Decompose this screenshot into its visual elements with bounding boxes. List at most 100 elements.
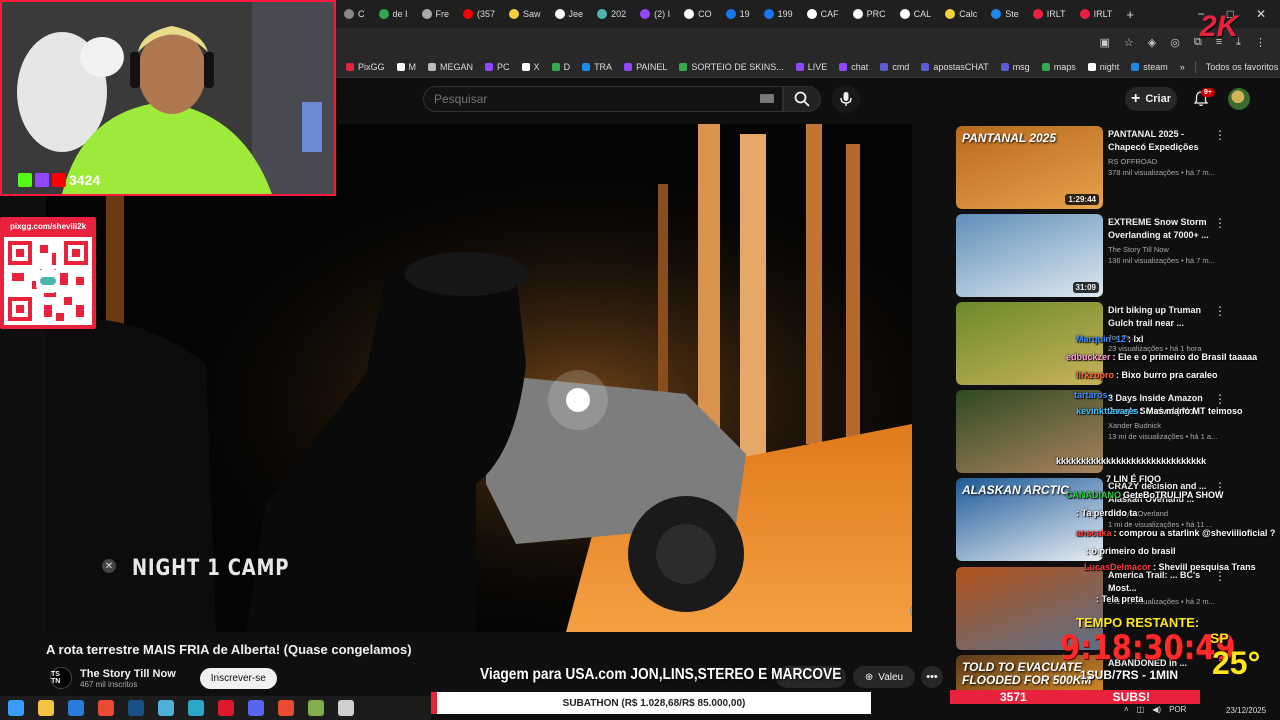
browser-tab[interactable]: Fre (416, 2, 456, 26)
chrome-icon[interactable] (98, 700, 114, 716)
app-icon[interactable] (158, 700, 174, 716)
discord-icon[interactable] (248, 700, 264, 716)
steam-icon[interactable] (128, 700, 144, 716)
browser-tab[interactable]: IRLT (1027, 2, 1072, 26)
recommendation-thumbnail[interactable]: PANTANAL 2025 1:29:44 (956, 126, 1103, 209)
browser-tab[interactable]: PRC (847, 2, 892, 26)
bookmark-item[interactable]: apostasCHAT (921, 62, 989, 72)
search-input[interactable] (434, 92, 734, 106)
windows-start-icon[interactable] (8, 700, 24, 716)
opera-icon[interactable] (218, 700, 234, 716)
browser-tab[interactable]: 199 (758, 2, 799, 26)
star-icon[interactable]: ☆ (1124, 36, 1134, 49)
chrome-active-icon[interactable] (278, 700, 294, 716)
recommendation-title[interactable]: EXTREME Snow Storm Overlanding at 7000+ … (1108, 216, 1210, 242)
recommendation-title[interactable]: America Trail: ... BC's Most... (1108, 569, 1210, 595)
bookmark-favicon-icon (624, 62, 633, 71)
qr-code-icon (4, 237, 92, 325)
search-button[interactable] (783, 86, 821, 112)
thanks-button[interactable]: ⊕ Valeu (853, 666, 915, 688)
chevron-up-icon[interactable]: ˄ (1124, 705, 1129, 714)
bookmark-item[interactable]: PC (485, 62, 510, 72)
tab-label: IRLT (1093, 9, 1113, 19)
bookmark-item[interactable]: cmd (880, 62, 909, 72)
bookmark-favicon-icon (521, 62, 530, 71)
browser-tab[interactable]: (357 (457, 2, 501, 26)
more-actions-button[interactable]: ••• (921, 666, 943, 688)
bookmark-favicon-icon (679, 62, 688, 71)
bookmark-item[interactable]: TRA (582, 62, 612, 72)
close-window-icon[interactable]: ✕ (1256, 7, 1266, 21)
bookmark-item[interactable]: D (551, 62, 570, 72)
menu-icon[interactable]: ⋮ (1255, 36, 1266, 49)
bookmark-item[interactable]: msg (1000, 62, 1030, 72)
account-avatar[interactable] (1228, 88, 1250, 110)
bookmark-label: X (533, 61, 540, 72)
bookmark-item[interactable]: M (396, 62, 416, 72)
voice-search-button[interactable] (832, 85, 860, 113)
browser-tab[interactable]: Saw (503, 2, 547, 26)
keyboard-icon[interactable] (760, 94, 774, 103)
recommendation-thumbnail[interactable]: 31:09 (956, 214, 1103, 297)
network-icon[interactable]: ◫ (1137, 705, 1145, 714)
browser-tab[interactable]: de I (373, 2, 414, 26)
bookmark-label: PC (497, 61, 510, 72)
kebab-menu-icon[interactable]: ⋮ (1214, 304, 1226, 318)
new-tab-button[interactable]: + (1120, 2, 1140, 26)
bookmark-item[interactable]: MEGAN (428, 62, 473, 72)
close-icon[interactable]: ✕ (102, 559, 116, 573)
channel-name[interactable]: The Story Till Now (80, 668, 176, 680)
create-button[interactable]: + Criar (1125, 87, 1177, 111)
recommendation-title[interactable]: PANTANAL 2025 - Chapecó Expedições (1108, 128, 1210, 154)
browser-tab[interactable]: 202 (591, 2, 632, 26)
taskbar-date[interactable]: 23/12/2025 (1226, 706, 1266, 715)
chat-text: : Mas mano MT teimoso (1140, 406, 1243, 416)
kebab-menu-icon[interactable]: ⋮ (1214, 392, 1226, 406)
bookmark-item[interactable]: PAINEL (624, 62, 667, 72)
screenshot-icon[interactable]: ▣ (1099, 36, 1109, 49)
bookmark-item[interactable]: LIVE (795, 62, 827, 72)
browser-tab[interactable]: Jee (549, 2, 590, 26)
browser-tab[interactable]: CAF (801, 2, 845, 26)
language-indicator[interactable]: POR (1169, 705, 1186, 714)
kebab-menu-icon[interactable]: ⋮ (1214, 128, 1226, 142)
chat-message: : o primeiro do brasil (1086, 546, 1176, 556)
recommendation-card[interactable]: PANTANAL 2025 1:29:44 PANTANAL 2025 - Chap… (956, 126, 1256, 210)
bookmark-item[interactable]: SORTEIO DE SKINS... (679, 62, 784, 72)
kebab-menu-icon[interactable]: ⋮ (1214, 216, 1226, 230)
subscribe-button[interactable]: Inscrever-se (199, 667, 277, 689)
store-icon[interactable] (68, 700, 84, 716)
browser-tab[interactable]: C (338, 2, 371, 26)
edge-icon[interactable] (188, 700, 204, 716)
recommendation-title[interactable]: Dirt biking up Truman Gulch trail near .… (1108, 304, 1210, 330)
browser-tab[interactable]: IRLT (1074, 2, 1119, 26)
recommendation-card[interactable]: 31:09 EXTREME Snow Storm Overlanding at 7… (956, 214, 1256, 298)
game-icon[interactable] (308, 700, 324, 716)
browser-tab[interactable]: CAL (894, 2, 938, 26)
volume-icon[interactable]: ◀) (1152, 705, 1161, 714)
browser-tab[interactable]: Calc (939, 2, 983, 26)
bookmarks-overflow-button[interactable]: » (1180, 62, 1185, 72)
bookmark-item[interactable]: maps (1041, 62, 1076, 72)
bookmark-item[interactable]: chat (839, 62, 868, 72)
microphone-icon (840, 92, 852, 106)
sync-icon[interactable]: ◎ (1170, 36, 1180, 49)
bookmark-item[interactable]: PixGG (346, 62, 385, 72)
video-player[interactable]: ✕ NIGHT 1 CAMP (46, 124, 912, 632)
file-explorer-icon[interactable] (38, 700, 54, 716)
channel-avatar[interactable]: TS TN (50, 667, 72, 689)
chat-message: anscaka: comprou a starlink @sheviiliofi… (1076, 528, 1275, 538)
bookmark-item[interactable]: steam (1131, 62, 1168, 72)
browser-tab[interactable]: Ste (985, 2, 1025, 26)
browser-tab[interactable]: CO (678, 2, 718, 26)
extension-icon[interactable]: ◈ (1148, 36, 1156, 49)
bookmark-item[interactable]: night (1087, 62, 1119, 72)
chat-message: LucasDelmacor: Sheviil pesquisa Trans (1084, 562, 1256, 572)
browser-tab[interactable]: 19 (720, 2, 756, 26)
search-box[interactable] (423, 86, 783, 112)
calculator-icon[interactable] (338, 700, 354, 716)
bookmark-item[interactable]: X (521, 61, 540, 72)
tab-label: 199 (777, 9, 793, 19)
all-favorites-button[interactable]: Todos os favoritos (1206, 62, 1279, 72)
browser-tab[interactable]: (2) I (634, 2, 676, 26)
